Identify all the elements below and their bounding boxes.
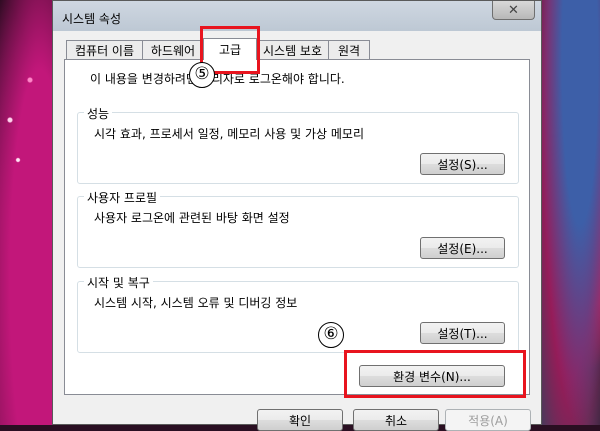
performance-group: 성능 시각 효과, 프로세서 일정, 메모리 사용 및 가상 메모리 설정(S)… (77, 105, 519, 184)
tab-remote[interactable]: 원격 (328, 40, 370, 59)
advanced-tab-panel: 이 내용을 변경하려면 관리자로 로그온해야 합니다. 성능 시각 효과, 프로… (64, 59, 530, 395)
step-6-badge: ⑥ (318, 322, 344, 348)
tab-computer-name[interactable]: 컴퓨터 이름 (66, 40, 143, 59)
startup-recovery-title: 시작 및 복구 (84, 274, 153, 291)
desktop-wallpaper-right (540, 0, 600, 425)
user-profiles-settings-button[interactable]: 설정(E)... (420, 237, 505, 259)
tab-hardware[interactable]: 하드웨어 (142, 40, 204, 59)
user-profiles-description: 사용자 로그온에 관련된 바탕 화면 설정 (94, 211, 290, 225)
apply-button[interactable]: 적용(A) (445, 409, 531, 431)
desktop-wallpaper-left (0, 0, 55, 425)
step-6-highlight-box (344, 350, 526, 398)
window-title: 시스템 속성 (62, 12, 122, 26)
startup-recovery-group: 시작 및 복구 시스템 시작, 시스템 오류 및 디버깅 정보 설정(T)... (77, 274, 519, 353)
startup-recovery-description: 시스템 시작, 시스템 오류 및 디버깅 정보 (94, 296, 298, 310)
user-profiles-group: 사용자 프로필 사용자 로그온에 관련된 바탕 화면 설정 설정(E)... (77, 189, 519, 268)
performance-description: 시각 효과, 프로세서 일정, 메모리 사용 및 가상 메모리 (94, 127, 364, 141)
performance-settings-button[interactable]: 설정(S)... (420, 153, 505, 175)
tab-advanced[interactable]: 고급 (203, 38, 257, 60)
user-profiles-title: 사용자 프로필 (84, 189, 161, 206)
step-5-badge: ⑤ (189, 62, 215, 88)
title-bar[interactable]: 시스템 속성 ✕ (53, 1, 541, 31)
ok-button[interactable]: 확인 (257, 409, 343, 431)
cancel-button[interactable]: 취소 (353, 409, 439, 431)
tab-system-protection[interactable]: 시스템 보호 (256, 40, 329, 59)
close-icon: ✕ (508, 2, 519, 18)
performance-title: 성능 (84, 105, 113, 122)
startup-recovery-settings-button[interactable]: 설정(T)... (420, 322, 505, 344)
close-button[interactable]: ✕ (492, 1, 535, 20)
